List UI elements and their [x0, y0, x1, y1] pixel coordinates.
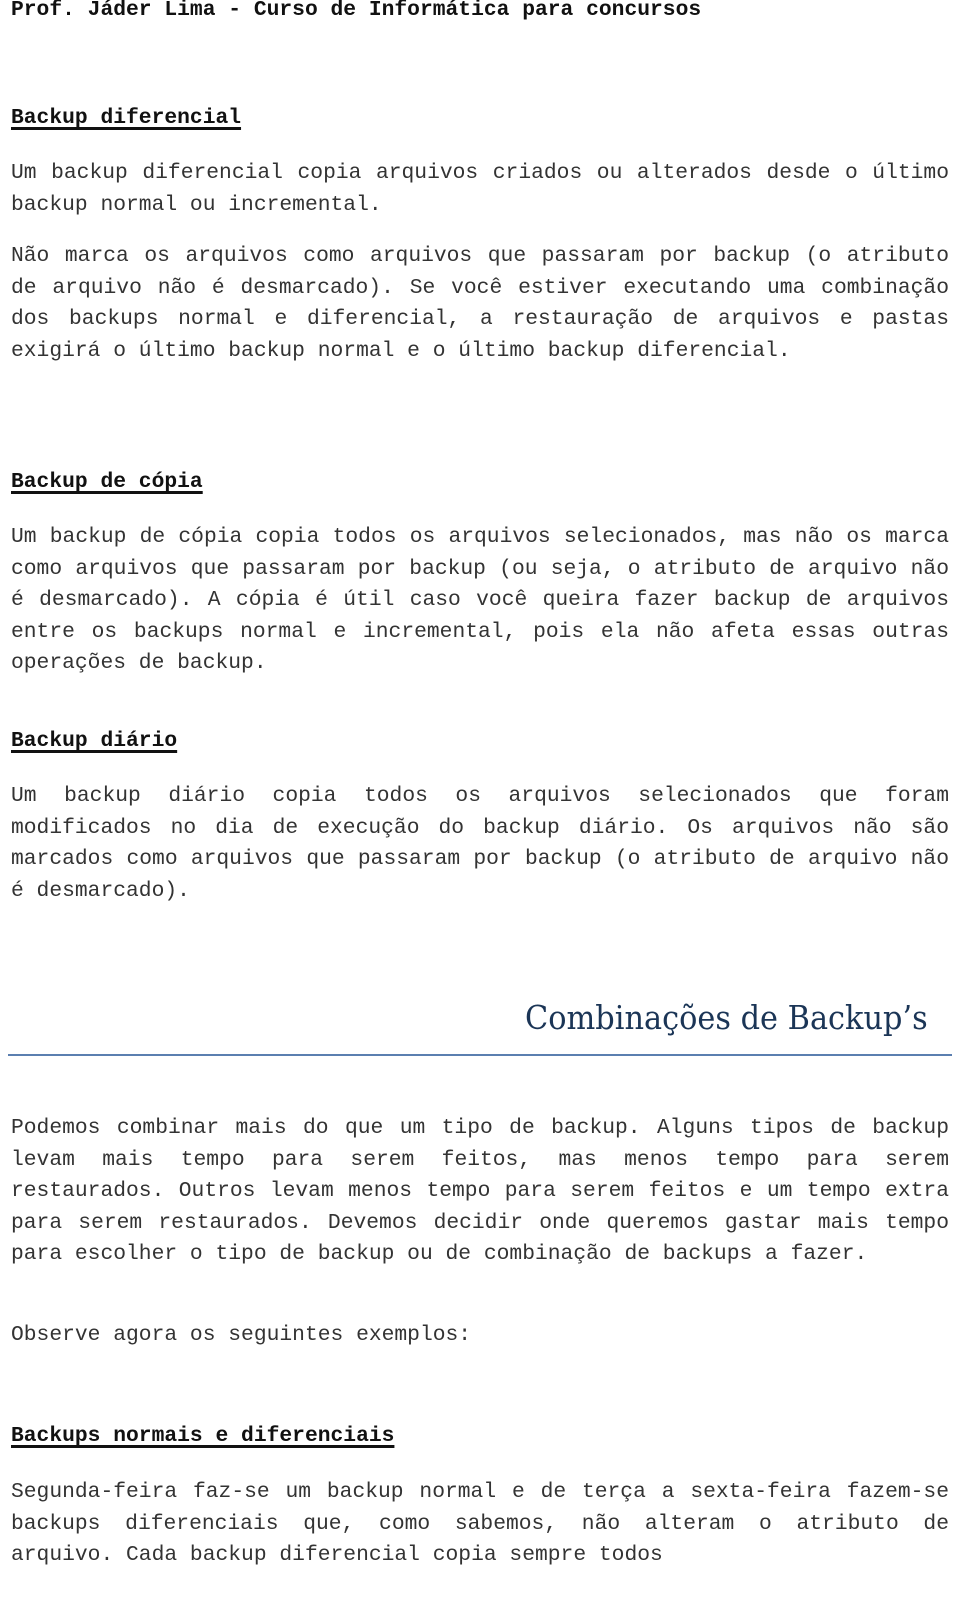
paragraph: Observe agora os seguintes exemplos: — [11, 1323, 472, 1347]
heading-backup-diferencial: Backup diferencial — [11, 106, 242, 130]
paragraph: Segunda-feira faz-se um backup normal e … — [11, 1480, 949, 1567]
paragraph: Um backup de cópia copia todos os arquiv… — [11, 525, 949, 675]
paragraph: Um backup diferencial copia arquivos cri… — [11, 161, 949, 217]
heading-backups-normais-e-diferenciais: Backups normais e diferenciais — [11, 1424, 395, 1448]
heading-backup-de-copia: Backup de cópia — [11, 470, 203, 494]
chapter-title: Combinações de Backup’s — [525, 998, 928, 1037]
paragraph: Não marca os arquivos como arquivos que … — [11, 244, 949, 363]
heading-backup-diario: Backup diário — [11, 729, 178, 753]
title-rule — [8, 1054, 952, 1056]
paragraph: Podemos combinar mais do que um tipo de … — [11, 1116, 949, 1266]
paragraph: Um backup diário copia todos os arquivos… — [11, 784, 949, 903]
page-header: Prof. Jáder Lima - Curso de Informática … — [11, 0, 702, 22]
